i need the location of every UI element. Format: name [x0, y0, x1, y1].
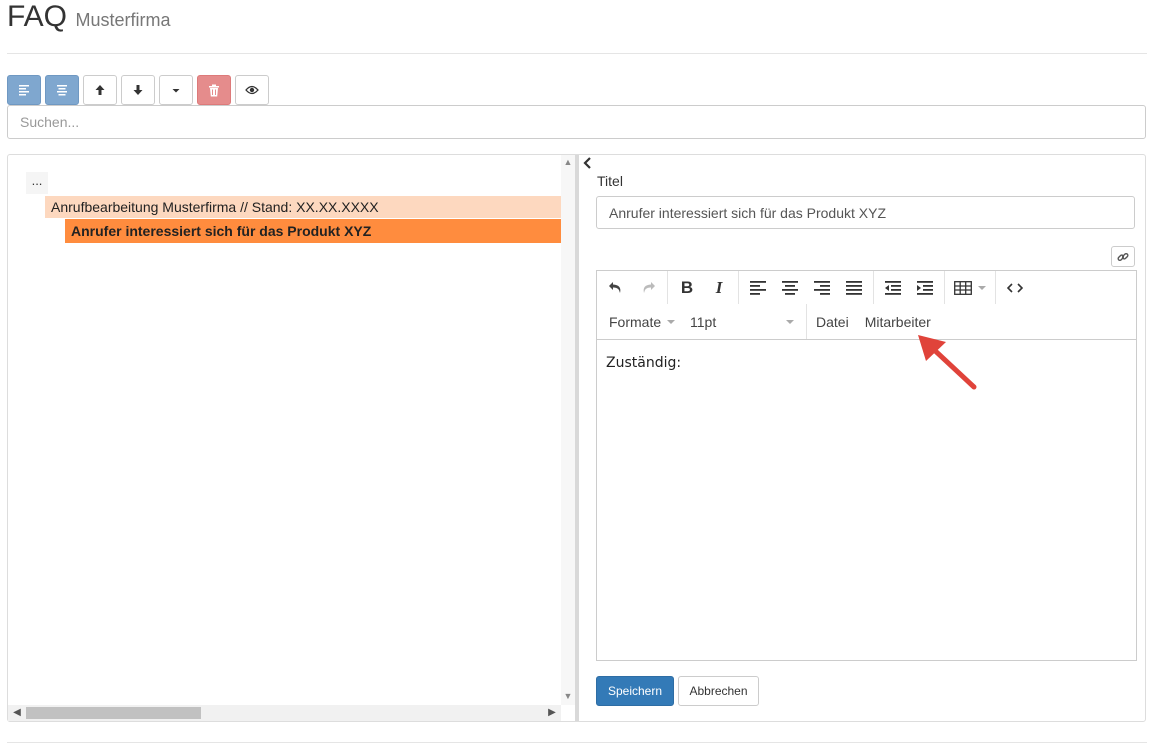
- bold-icon: B: [680, 277, 694, 297]
- undo-icon: [609, 281, 621, 293]
- editor-content-area[interactable]: Zuständig:: [597, 340, 1136, 660]
- tree-item-selected[interactable]: Anrufer interessiert sich für das Produk…: [65, 219, 561, 243]
- tree-vertical-scrollbar[interactable]: ▲ ▼: [561, 155, 575, 705]
- page-title: FAQ: [7, 0, 68, 33]
- formats-dropdown[interactable]: Formate: [609, 313, 676, 330]
- tree-root-node[interactable]: ...: [26, 172, 48, 194]
- table-icon: [954, 280, 972, 295]
- table-caret-icon: [978, 285, 986, 290]
- tree-item-parent[interactable]: Anrufbearbeitung Musterfirma // Stand: X…: [45, 196, 561, 218]
- text-justify-icon: [846, 280, 862, 295]
- formats-caret-icon: [667, 319, 676, 324]
- italic-icon: I: [715, 277, 723, 297]
- annotation-arrow-icon: [918, 335, 977, 390]
- footer-divider: [7, 742, 1147, 743]
- undo-button[interactable]: [600, 271, 632, 304]
- scroll-left-icon[interactable]: ◀: [10, 705, 24, 721]
- save-button[interactable]: Speichern: [596, 676, 674, 706]
- preview-button[interactable]: [235, 75, 269, 105]
- align-left-text-button[interactable]: [742, 271, 774, 304]
- arrow-up-icon: [95, 85, 105, 95]
- arrow-down-icon: [133, 85, 143, 95]
- outdent-button[interactable]: [877, 271, 909, 304]
- faq-tree: ... Anrufbearbeitung Musterfirma // Stan…: [8, 155, 561, 705]
- text-align-left-icon: [750, 280, 766, 295]
- move-up-button[interactable]: [83, 75, 117, 105]
- align-center-icon: [57, 85, 67, 96]
- editor-toolbar: B I: [597, 271, 1136, 304]
- indent-icon: [917, 280, 933, 295]
- collapse-pane-icon[interactable]: [582, 156, 592, 172]
- page-header: FAQ Musterfirma: [7, 0, 170, 40]
- title-label: Titel: [597, 173, 623, 189]
- page-subtitle: Musterfirma: [75, 10, 171, 30]
- align-right-text-button[interactable]: [806, 271, 838, 304]
- code-icon: [1007, 282, 1023, 293]
- file-menu[interactable]: Datei: [816, 314, 849, 330]
- italic-button[interactable]: I: [703, 271, 735, 304]
- menubar-divider: [806, 304, 807, 339]
- scroll-up-icon[interactable]: ▲: [561, 155, 575, 169]
- align-center-button[interactable]: [45, 75, 79, 105]
- align-left-button[interactable]: [7, 75, 41, 105]
- redo-button[interactable]: [632, 271, 664, 304]
- cancel-button[interactable]: Abbrechen: [678, 676, 759, 706]
- search-input[interactable]: [7, 105, 1146, 139]
- trash-icon: [209, 84, 219, 96]
- align-left-icon: [19, 85, 29, 96]
- editor-pane: Titel B I: [596, 155, 1137, 721]
- link-icon: [1117, 252, 1129, 261]
- delete-button[interactable]: [197, 75, 231, 105]
- source-code-button[interactable]: [999, 271, 1031, 304]
- tree-horizontal-scrollbar[interactable]: ◀ ▶: [8, 705, 561, 721]
- main-panel: ... Anrufbearbeitung Musterfirma // Stan…: [7, 154, 1146, 722]
- eye-icon: [245, 85, 259, 95]
- font-size-select[interactable]: 11pt: [690, 314, 794, 330]
- redo-icon: [643, 281, 655, 293]
- pane-splitter[interactable]: [575, 155, 579, 721]
- title-input[interactable]: [596, 196, 1135, 229]
- link-button[interactable]: [1111, 246, 1135, 267]
- bold-button[interactable]: B: [671, 271, 703, 304]
- scroll-right-icon[interactable]: ▶: [545, 705, 559, 721]
- editor-content-text: Zuständig:: [606, 355, 682, 371]
- justify-text-button[interactable]: [838, 271, 870, 304]
- font-size-caret-icon: [786, 319, 794, 324]
- move-down-button[interactable]: [121, 75, 155, 105]
- table-button[interactable]: [948, 271, 992, 304]
- more-dropdown-button[interactable]: [159, 75, 193, 105]
- tree-toolbar: [7, 75, 269, 105]
- header-divider: [7, 53, 1147, 54]
- formats-label: Formate: [609, 313, 662, 330]
- font-size-value: 11pt: [690, 313, 717, 330]
- align-center-text-button[interactable]: [774, 271, 806, 304]
- indent-button[interactable]: [909, 271, 941, 304]
- employee-menu[interactable]: Mitarbeiter: [865, 314, 931, 330]
- editor-menubar: Formate 11pt Datei Mitarbeiter: [597, 304, 1136, 340]
- scroll-down-icon[interactable]: ▼: [561, 689, 575, 703]
- caret-down-icon: [172, 89, 180, 93]
- scrollbar-thumb[interactable]: [26, 707, 201, 719]
- text-align-right-icon: [814, 280, 830, 295]
- outdent-icon: [885, 280, 901, 295]
- text-align-center-icon: [782, 280, 798, 295]
- rich-text-editor: B I Formate 11pt Datei Mitarbeiter Zustä…: [596, 270, 1137, 661]
